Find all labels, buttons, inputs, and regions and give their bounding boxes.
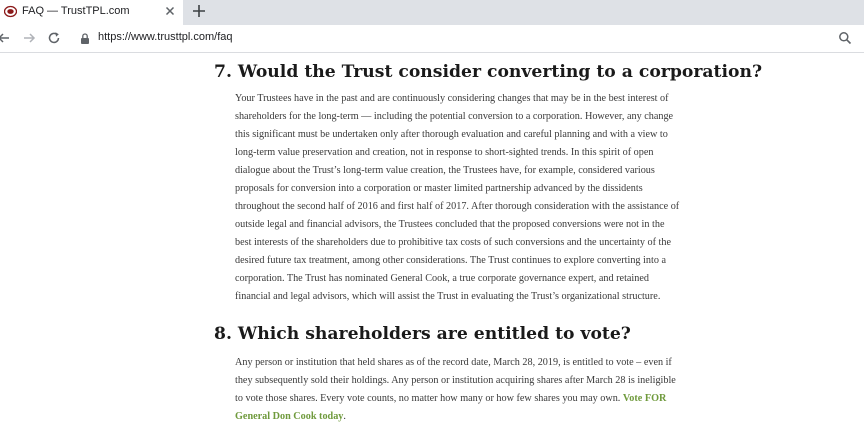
answer-line: throughout the second half of 2016 and f… (235, 201, 680, 212)
answer-line: best interests of the shareholders due t… (235, 237, 671, 248)
answer-line: outside legal and financial advisors, th… (235, 219, 665, 230)
answer-line: they subsequently sold their holdings. A… (235, 375, 676, 386)
general-don-cook-link[interactable]: General Don Cook today (235, 411, 343, 422)
new-tab-icon[interactable] (191, 3, 207, 19)
answer-line: proposals for conversion into a corporat… (235, 183, 643, 194)
address-bar[interactable]: https://www.trusttpl.com/faq (98, 31, 233, 43)
forward-arrow-icon[interactable] (22, 31, 36, 45)
faq-question-8: 8. Which shareholders are entitled to vo… (214, 324, 631, 344)
vote-for-link[interactable]: Vote FOR (623, 393, 666, 404)
browser-toolbar: https://www.trusttpl.com/faq (0, 25, 864, 53)
answer-line: Any person or institution that held shar… (235, 357, 672, 368)
answer-text: . (343, 411, 346, 422)
answer-line: dialogue about the Trust’s long-term val… (235, 165, 655, 176)
answer-line: Your Trustees have in the past and are c… (235, 93, 669, 104)
reload-icon[interactable] (47, 31, 61, 45)
tab-title: FAQ — TrustTPL.com (22, 5, 130, 17)
site-favicon-icon (4, 5, 17, 18)
answer-line: to vote those shares. Every vote counts,… (235, 390, 750, 408)
answer-text: to vote those shares. Every vote counts,… (235, 393, 623, 404)
answer-line: this significant must be undertaken only… (235, 129, 668, 140)
browser-tab[interactable]: FAQ — TrustTPL.com (0, 0, 183, 25)
answer-line: General Don Cook today. (235, 408, 750, 426)
answer-line: corporation. The Trust has nominated Gen… (235, 273, 649, 284)
answer-line: desired future tax treatment, among othe… (235, 255, 666, 266)
page-content: 7. Would the Trust consider converting t… (0, 53, 864, 437)
faq-answer-8: Any person or institution that held shar… (235, 354, 750, 426)
answer-line: financial and legal advisors, which will… (235, 291, 661, 302)
faq-answer-7: Your Trustees have in the past and are c… (235, 90, 750, 306)
search-icon[interactable] (838, 31, 852, 45)
answer-line: long-term value preservation and creatio… (235, 147, 654, 158)
lock-icon[interactable] (79, 32, 91, 45)
faq-question-7: 7. Would the Trust consider converting t… (214, 62, 763, 82)
close-icon[interactable] (163, 4, 177, 18)
answer-line: shareholders for the long-term — includi… (235, 111, 674, 122)
back-arrow-icon[interactable] (0, 31, 11, 45)
tab-strip: FAQ — TrustTPL.com (0, 0, 864, 25)
